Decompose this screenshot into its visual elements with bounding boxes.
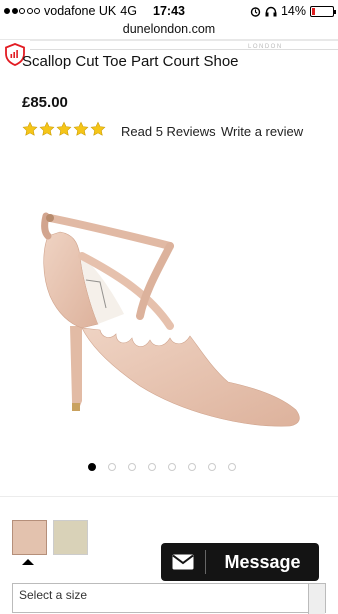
carousel-dot[interactable] (228, 463, 236, 471)
product-price: £85.00 (22, 94, 68, 111)
envelope-icon (161, 543, 205, 581)
headphones-icon (265, 6, 277, 16)
status-icons: 14% (250, 4, 336, 18)
product-image[interactable] (20, 196, 320, 446)
message-label: Message (224, 551, 301, 572)
carousel-dot[interactable] (128, 463, 136, 471)
carousel-dot[interactable] (188, 463, 196, 471)
size-select[interactable]: Select a size (12, 583, 326, 614)
carousel-dot[interactable] (108, 463, 116, 471)
status-bar: vodafone UK 4G 17:43 14% (0, 0, 338, 22)
carousel-dot[interactable] (208, 463, 216, 471)
star-icon (73, 121, 89, 136)
address-bar-divider (0, 39, 338, 41)
alarm-icon (250, 6, 261, 17)
product-title: Scallop Cut Toe Part Court Shoe (22, 53, 239, 70)
swatch-blush[interactable] (12, 520, 47, 555)
carousel-dot[interactable] (148, 463, 156, 471)
write-review-link[interactable]: Write a review (221, 124, 303, 139)
star-icon (56, 121, 72, 136)
swatch-gold[interactable] (53, 520, 88, 555)
battery-icon (310, 5, 336, 17)
header-divider (0, 49, 338, 50)
star-icon (39, 121, 55, 136)
read-reviews-link[interactable]: Read 5 Reviews (121, 124, 216, 139)
address-bar[interactable]: dunelondon.com (0, 22, 338, 36)
site-logo[interactable]: LONDON (248, 44, 283, 50)
image-carousel-dots[interactable] (88, 463, 236, 471)
star-icon (90, 121, 106, 136)
battery-percent: 14% (280, 4, 306, 18)
rating-stars (22, 121, 106, 137)
carousel-dot[interactable] (168, 463, 176, 471)
carousel-dot[interactable] (88, 463, 96, 471)
message-chat-button[interactable]: Message (161, 543, 319, 581)
selected-swatch-indicator (22, 559, 34, 565)
section-divider (0, 496, 338, 497)
star-icon (22, 121, 38, 136)
chevron-down-icon (308, 584, 325, 614)
